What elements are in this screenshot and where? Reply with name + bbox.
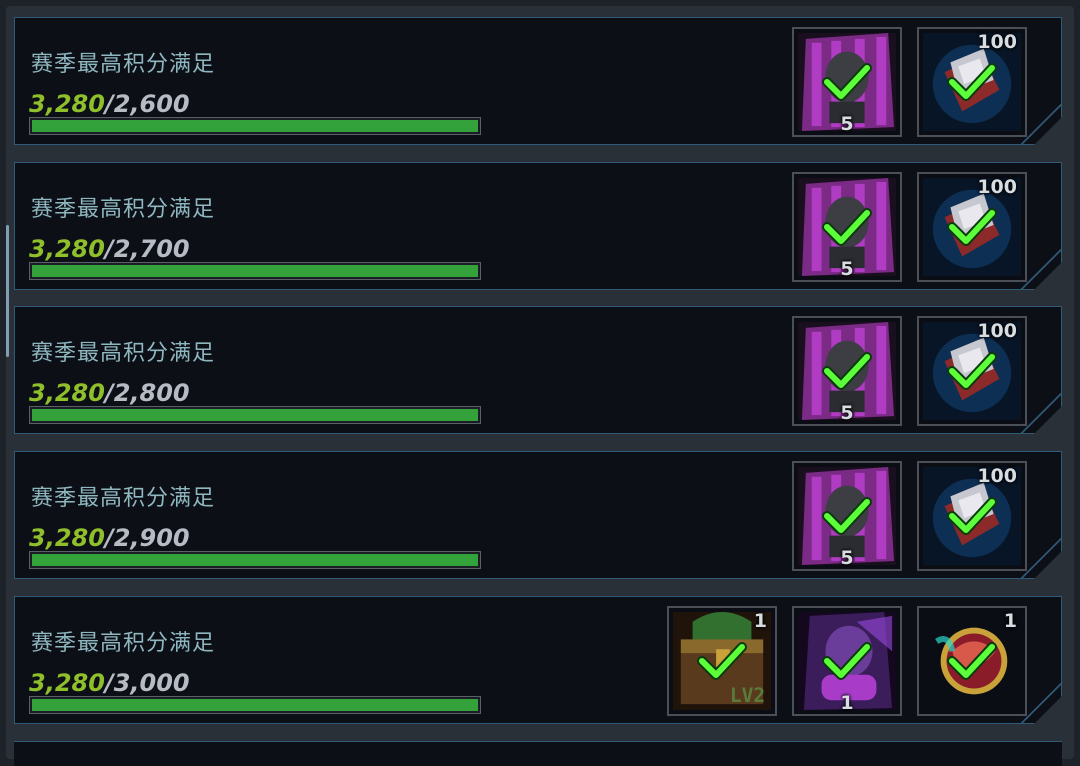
progress-bar-fill — [32, 265, 478, 277]
progress-bar — [29, 262, 481, 280]
goal-row: 赛季最高积分满足 3,280/2,900 5 100 — [14, 451, 1062, 579]
reward-slot[interactable]: 5 — [792, 172, 902, 282]
progress-text: 3,280/2,700 — [29, 235, 190, 263]
progress-text: 3,280/3,000 — [29, 669, 190, 697]
goal-row: 赛季最高积分满足 3,280/2,600 5 100 — [14, 17, 1062, 145]
progress-bar-fill — [32, 120, 478, 132]
progress-bar — [29, 696, 481, 714]
progress-target: /2,600 — [104, 90, 190, 118]
progress-current: 3,280 — [29, 90, 105, 118]
progress-target: /2,700 — [104, 235, 190, 263]
goal-title: 赛季最高积分满足 — [31, 341, 216, 366]
svg-text:LV2: LV2 — [730, 684, 765, 707]
progress-bar-fill — [32, 409, 478, 421]
goal-row-partial — [14, 741, 1062, 766]
progress-bar — [29, 551, 481, 569]
reward-count: 100 — [977, 31, 1017, 53]
progress-bar-fill — [32, 699, 478, 711]
reward-slot[interactable]: 100 — [917, 27, 1027, 137]
goal-row: 赛季最高积分满足 3,280/2,700 5 100 — [14, 162, 1062, 290]
reward-count: 1 — [1003, 610, 1017, 632]
reward-slot[interactable]: 1 — [792, 606, 902, 716]
goal-title: 赛季最高积分满足 — [31, 631, 216, 656]
progress-current: 3,280 — [29, 235, 105, 263]
reward-slot[interactable]: 5 — [792, 316, 902, 426]
scrollbar-thumb[interactable] — [6, 225, 9, 357]
reward-count: 1 — [753, 610, 767, 632]
reward-count: 100 — [977, 320, 1017, 342]
reward-slot[interactable]: 100 — [917, 461, 1027, 571]
goal-title: 赛季最高积分满足 — [31, 486, 216, 511]
progress-target: /2,800 — [104, 379, 190, 407]
reward-count: 5 — [840, 402, 854, 424]
reward-slot[interactable]: 5 — [792, 27, 902, 137]
reward-count: 100 — [977, 465, 1017, 487]
reward-count: 1 — [840, 692, 854, 714]
reward-count: 100 — [977, 176, 1017, 198]
reward-slot[interactable]: 5 — [792, 461, 902, 571]
progress-bar-fill — [32, 554, 478, 566]
progress-bar — [29, 117, 481, 135]
progress-current: 3,280 — [29, 669, 105, 697]
progress-target: /2,900 — [104, 524, 190, 552]
progress-current: 3,280 — [29, 379, 105, 407]
goal-title: 赛季最高积分满足 — [31, 52, 216, 77]
reward-slot[interactable]: 1 — [917, 606, 1027, 716]
reward-slot[interactable]: LV2 1 — [667, 606, 777, 716]
goal-row: 赛季最高积分满足 3,280/2,800 5 100 — [14, 306, 1062, 434]
reward-slot[interactable]: 100 — [917, 316, 1027, 426]
reward-count: 5 — [840, 113, 854, 135]
progress-target: /3,000 — [104, 669, 190, 697]
goal-title: 赛季最高积分满足 — [31, 197, 216, 222]
progress-current: 3,280 — [29, 524, 105, 552]
progress-bar — [29, 406, 481, 424]
progress-text: 3,280/2,900 — [29, 524, 190, 552]
reward-count: 5 — [840, 547, 854, 569]
reward-count: 5 — [840, 258, 854, 280]
progress-text: 3,280/2,800 — [29, 379, 190, 407]
progress-text: 3,280/2,600 — [29, 90, 190, 118]
reward-slot[interactable]: 100 — [917, 172, 1027, 282]
goal-row: 赛季最高积分满足 3,280/3,000 LV2 1 1 1 — [14, 596, 1062, 724]
